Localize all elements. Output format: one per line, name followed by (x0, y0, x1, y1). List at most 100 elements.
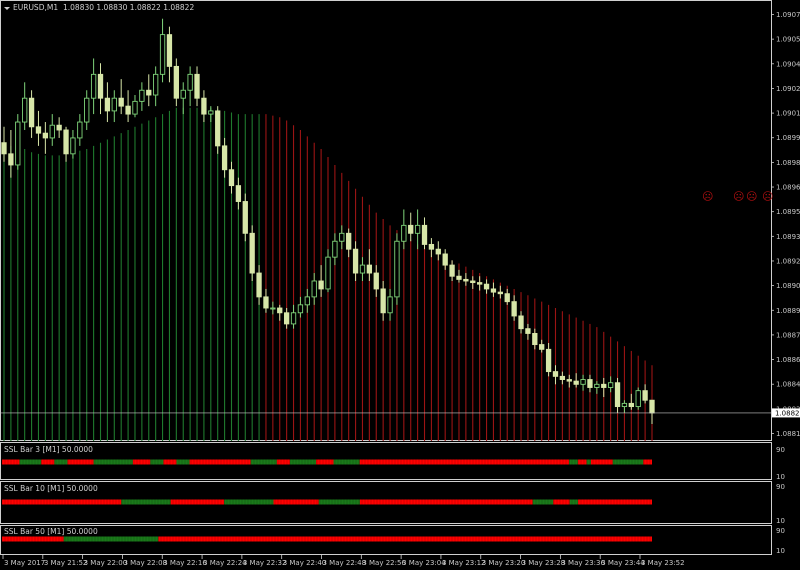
ssl-bar-segment (132, 459, 151, 465)
ssl-bar-segment (41, 459, 55, 465)
candle-body (77, 121, 83, 139)
ssl-bar-segment (150, 459, 164, 465)
time-axis: 3 May 20173 May 21:523 May 22:003 May 22… (2, 555, 685, 567)
candle-body (552, 371, 559, 377)
sad-face-icon: ☹ (733, 190, 744, 203)
candle-body (70, 137, 76, 155)
time-tick-label: 3 May 23:12 (442, 559, 486, 567)
candle-body (621, 402, 628, 408)
time-tick-label: 3 May 2017 (4, 559, 45, 567)
ssl-bar-segment (553, 499, 570, 505)
candle-body (545, 348, 552, 373)
time-tick-label: 3 May 22:32 (243, 559, 287, 567)
candle-body (8, 153, 14, 166)
price-tick-label: 1.08905 (776, 282, 800, 290)
sad-face-icon: ☹ (702, 190, 713, 203)
candle-body (139, 89, 145, 102)
ssl-bar-segment (63, 536, 159, 542)
candle-body (387, 296, 393, 314)
time-tick-label: 3 May 23:20 (482, 559, 526, 567)
ssl-bar-segment (532, 499, 554, 505)
ssl-bar-segment (569, 459, 578, 465)
time-tick-label: 3 May 22:24 (203, 559, 247, 567)
candle-body (339, 232, 345, 242)
smiley-group: ☹ ☹ ☹ ☹ (702, 190, 773, 203)
candle-body (346, 232, 352, 250)
time-tick-label: 3 May 23:44 (601, 559, 645, 567)
candle-body (173, 65, 179, 99)
time-tick-label: 3 May 22:16 (163, 559, 207, 567)
candle-body (22, 97, 28, 123)
candle-body (497, 291, 503, 295)
candle-body (270, 307, 276, 310)
candle-body (504, 293, 510, 303)
candle-body (566, 379, 572, 382)
ssl-panel-1: SSL Bar 3 [M1] 50.0000 90 10 (0, 442, 785, 481)
candle-body (153, 73, 159, 96)
candle-body (573, 380, 579, 385)
time-tick-label: 3 May 22:48 (323, 559, 367, 567)
ssl-bar-segment (586, 459, 591, 465)
ssl-bar-segment (176, 459, 190, 465)
candle-body (359, 264, 366, 274)
candle-body (28, 97, 35, 128)
candle-body (132, 100, 138, 115)
candle-body (373, 272, 379, 290)
time-tick-label: 3 May 23:28 (522, 559, 566, 567)
ssl-bar-segment (67, 459, 94, 465)
ssl-panel-title: SSL Bar 10 [M1] 50.0000 (4, 484, 98, 493)
time-tick-label: 3 May 21:52 (44, 559, 88, 567)
candle-body (594, 383, 600, 388)
candle-body (449, 264, 455, 277)
ssl-bar-segment (289, 459, 317, 465)
price-tick-label: 1.08875 (776, 331, 800, 339)
price-tick-label: 1.08980 (776, 159, 800, 167)
ssl-bar-segment (54, 459, 68, 465)
candle-body (421, 224, 428, 245)
trading-chart-window[interactable]: EURUSD,M1 1.08830 1.08830 1.08822 1.0882… (0, 0, 800, 570)
candle-body (601, 383, 607, 388)
ssl-panel-title: SSL Bar 50 [M1] 50.0000 (4, 527, 98, 536)
candle-body (325, 256, 331, 290)
candle-body (559, 375, 566, 380)
ssl-bar-row (1, 459, 652, 465)
candle-body (97, 73, 104, 99)
candle-body (352, 248, 359, 274)
candle-body (401, 224, 407, 242)
candle-body (408, 224, 414, 234)
time-tick-label: 3 May 22:08 (123, 559, 167, 567)
candle-body (380, 288, 386, 314)
price-tick-label: 1.09070 (776, 11, 800, 19)
ssl-bar-segment (318, 499, 360, 505)
candle-body (642, 390, 648, 401)
candle-body (194, 73, 200, 99)
candle-body (277, 307, 283, 314)
candle-body (483, 283, 490, 290)
candle-body (628, 402, 634, 408)
ssl-bar-segment (612, 459, 644, 465)
candle-body (587, 379, 593, 388)
candle-body (649, 399, 655, 414)
price-axis: 1.09070 1.09055 1.09040 1.09025 1.09010 1.089… (771, 11, 800, 438)
ssl-panel-top-label: 90 (776, 527, 785, 535)
ssl-panel-title: SSL Bar 3 [M1] 50.0000 (4, 445, 93, 454)
ssl-bar-segment (577, 459, 587, 465)
current-price-tag: 1.08822 (772, 408, 800, 418)
time-tick-label: 3 May 22:40 (283, 559, 327, 567)
candle-body (49, 124, 55, 139)
ssl-panel-top-label: 90 (776, 483, 785, 491)
candle-body (201, 97, 207, 115)
ssl-bar-segment (2, 536, 64, 542)
candle-body (187, 73, 193, 91)
price-tick-label: 1.08965 (776, 184, 800, 192)
ssl-bar-row (1, 536, 653, 542)
candle-body (470, 280, 476, 284)
candle-body (180, 89, 186, 99)
ssl-panel-top-label: 90 (776, 446, 785, 454)
time-tick-label: 3 May 22:56 (362, 559, 406, 567)
candle-body (166, 34, 173, 67)
candle-body (215, 110, 221, 147)
ssl-panel-3: SSL Bar 50 [M1] 50.0000 90 10 (0, 525, 785, 555)
symbol-title: EURUSD,M1 (13, 3, 58, 12)
candle-body (318, 280, 324, 290)
